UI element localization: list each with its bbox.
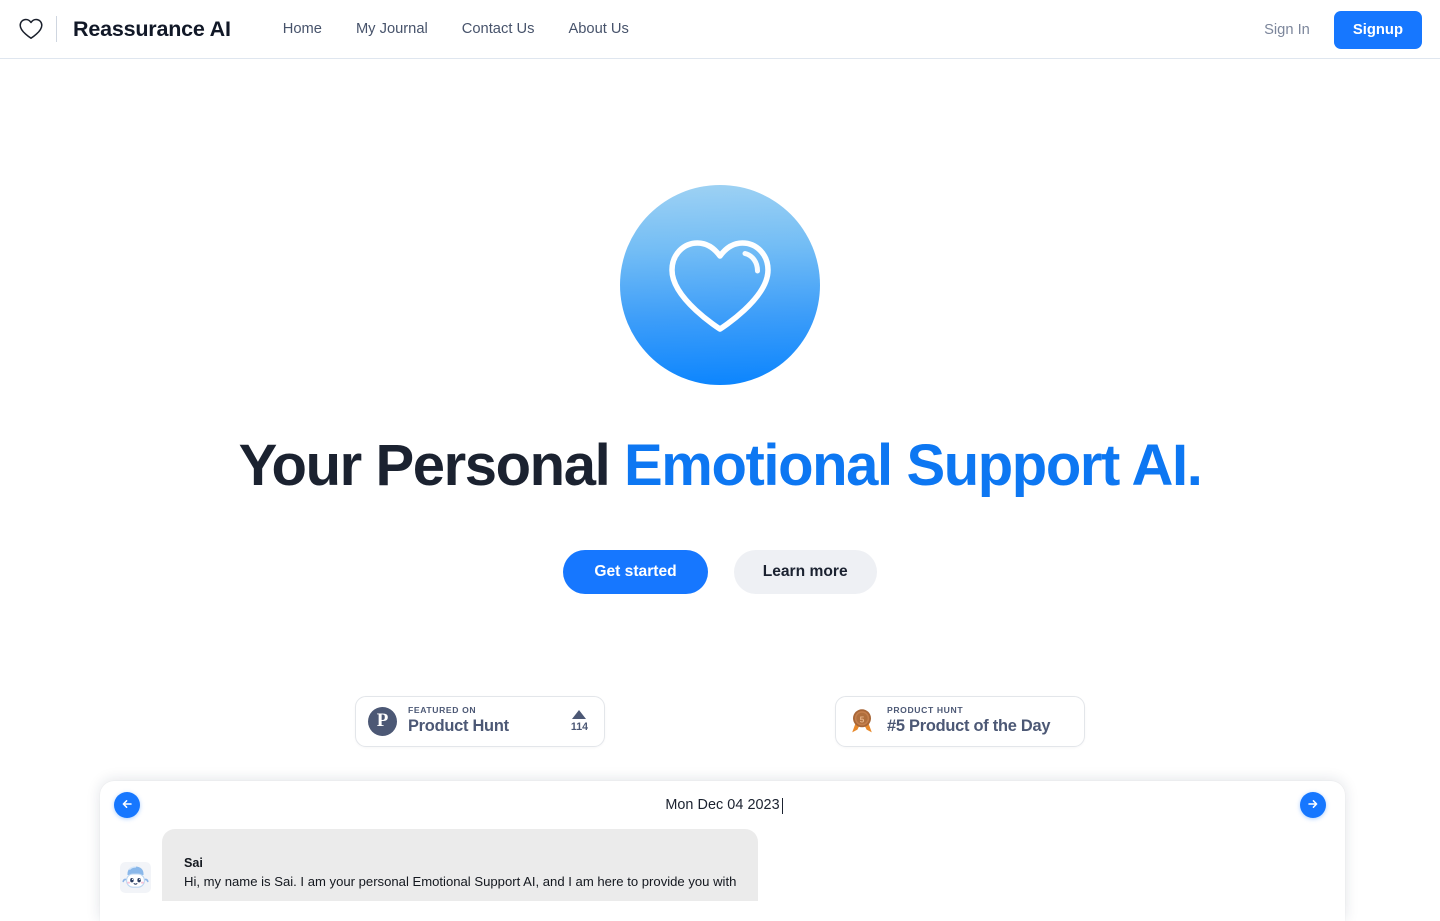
hero-headline-accent: Emotional Support AI. [624,433,1203,498]
arrow-left-icon [120,797,134,814]
badge-text-group: PRODUCT HUNT #5 Product of the Day [887,705,1072,735]
chat-message-list: Sai Hi, my name is Sai. I am your person… [100,829,1345,901]
chat-date-navigator: Mon Dec 04 2023 [100,781,1345,829]
get-started-button[interactable]: Get started [563,549,708,594]
hero-section: Your Personal Emotional Support AI. Get … [0,59,1440,747]
nav-link-about-us[interactable]: About Us [551,15,645,43]
nav-link-contact-us[interactable]: Contact Us [445,15,552,43]
next-day-button[interactable] [1300,792,1326,818]
svg-text:5: 5 [860,714,865,724]
triangle-up-icon [572,709,587,719]
previous-day-button[interactable] [114,792,140,818]
sign-in-link[interactable]: Sign In [1254,16,1320,44]
social-proof-badges: P FEATURED ON Product Hunt 114 5 PRODUCT… [0,695,1440,747]
hero-heart-logo [620,185,820,385]
primary-nav: Home My Journal Contact Us About Us [283,15,646,43]
product-hunt-rank-badge[interactable]: 5 PRODUCT HUNT #5 Product of the Day [835,695,1085,747]
chat-preview-panel: Mon Dec 04 2023 Sai Hi, my name is Sai. … [100,781,1345,921]
learn-more-button[interactable]: Learn more [733,549,877,594]
arrow-right-icon [1306,797,1320,814]
bronze-medal-icon: 5 [848,707,876,735]
brand-divider [56,16,57,42]
badge-title-product-hunt: Product Hunt [408,716,509,735]
badge-kicker-product-hunt: PRODUCT HUNT [887,705,964,716]
chat-date-label[interactable]: Mon Dec 04 2023 [665,797,784,814]
nav-link-my-journal[interactable]: My Journal [339,15,445,43]
top-navbar: Reassurance AI Home My Journal Contact U… [0,0,1440,59]
nav-link-home[interactable]: Home [283,15,339,43]
badge-title-rank: #5 Product of the Day [887,716,1051,735]
badge-vote-group: 114 [570,709,588,733]
hero-headline: Your Personal Emotional Support AI. [238,433,1203,498]
badge-vote-count: 114 [570,720,588,733]
brand-name: Reassurance AI [73,16,231,41]
badge-text-group: FEATURED ON Product Hunt [408,705,565,735]
brand-logo[interactable]: Reassurance AI [16,9,231,49]
hero-cta-row: Get started Learn more [563,549,877,594]
hero-headline-plain: Your Personal [238,433,624,498]
chat-message-row: Sai Hi, my name is Sai. I am your person… [100,829,1345,901]
chat-sender-name: Sai [184,856,203,870]
signup-button[interactable]: Signup [1333,10,1422,49]
product-hunt-p-icon: P [368,706,397,736]
badge-kicker-featured-on: FEATURED ON [408,705,477,716]
robot-avatar-icon [120,862,151,893]
auth-actions: Sign In Signup [1254,0,1422,59]
chat-bubble-assistant: Sai Hi, my name is Sai. I am your person… [162,829,759,901]
chat-message-text: Hi, my name is Sai. I am your personal E… [184,874,737,889]
product-hunt-featured-badge[interactable]: P FEATURED ON Product Hunt 114 [355,695,605,747]
heart-outline-icon [16,14,46,44]
